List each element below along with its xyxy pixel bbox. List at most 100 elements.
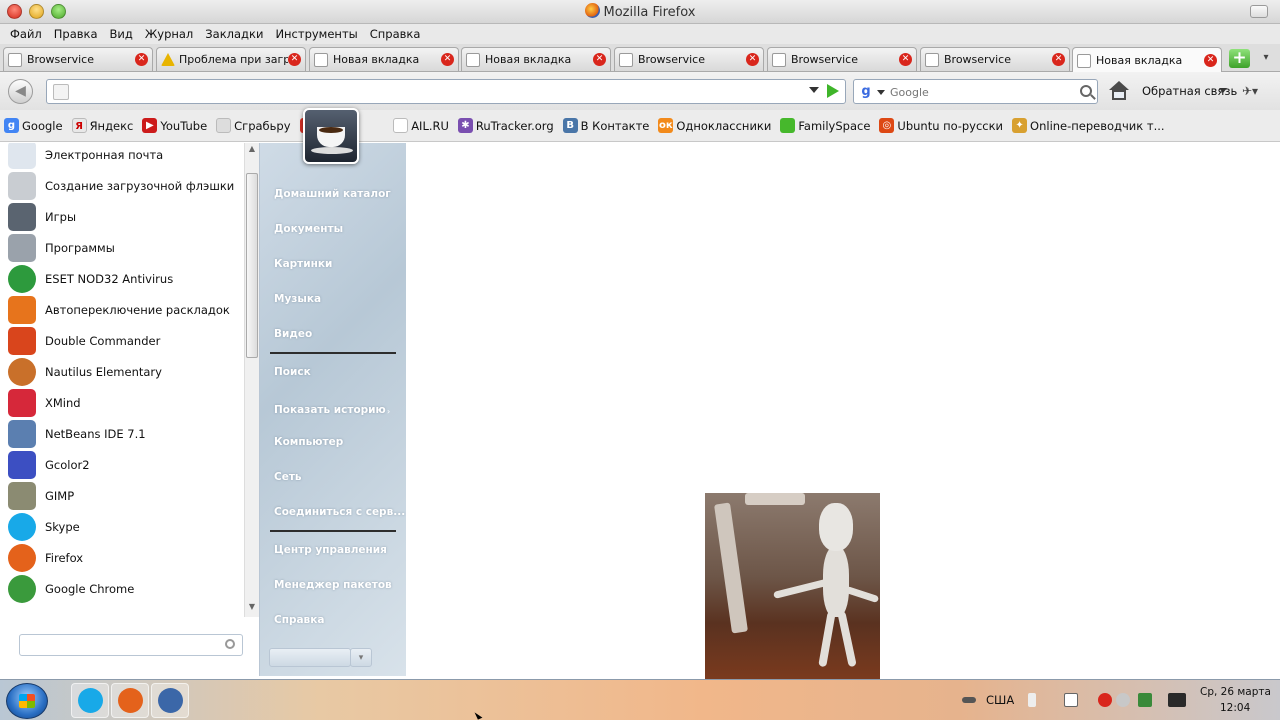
tab[interactable]: Browservice ✕	[3, 47, 153, 71]
record-icon[interactable]	[1098, 693, 1112, 707]
program-item[interactable]: Программы	[8, 232, 242, 263]
window-restore-button[interactable]	[1250, 5, 1268, 18]
place-search[interactable]: Поиск	[274, 366, 311, 378]
place-home[interactable]: Домашний каталог	[274, 188, 391, 200]
search-engine-dropdown-icon[interactable]	[877, 90, 885, 95]
chevron-down-icon[interactable]	[1219, 88, 1227, 93]
tab-active[interactable]: Новая вкладка ✕	[1072, 47, 1222, 73]
url-bar[interactable]	[46, 79, 846, 104]
menu-history[interactable]: Журнал	[139, 27, 199, 41]
menu-view[interactable]: Вид	[104, 27, 139, 41]
program-item[interactable]: Firefox	[8, 542, 242, 573]
menu-edit[interactable]: Правка	[48, 27, 104, 41]
shutdown-options-chevron-icon[interactable]: ▾	[350, 648, 372, 667]
place-video[interactable]: Видео	[274, 328, 312, 340]
place-network[interactable]: Сеть	[274, 471, 302, 483]
program-item[interactable]: Игры	[8, 201, 242, 232]
new-tab-button[interactable]: +	[1229, 49, 1250, 68]
google-icon[interactable]: g	[858, 84, 874, 100]
tab[interactable]: Browservice ✕	[920, 47, 1070, 71]
tab-close-icon[interactable]: ✕	[1204, 54, 1217, 67]
place-package-manager[interactable]: Менеджер пакетов	[274, 579, 392, 591]
tab[interactable]: Новая вкладка ✕	[461, 47, 611, 71]
tab-close-icon[interactable]: ✕	[593, 53, 606, 66]
taskbar-app-firefox[interactable]	[111, 683, 149, 718]
program-item[interactable]: Электронная почта	[8, 143, 242, 170]
url-history-dropdown-icon[interactable]	[809, 87, 819, 93]
place-computer[interactable]: Компьютер	[274, 436, 343, 448]
flag-icon[interactable]	[1064, 693, 1078, 707]
bookmark-youtube[interactable]: ▶ YouTube	[142, 118, 207, 133]
program-item[interactable]: GIMP	[8, 480, 242, 511]
program-item[interactable]: Создание загрузочной флэшки	[8, 170, 242, 201]
place-control-center[interactable]: Центр управления	[274, 544, 387, 556]
tab-close-icon[interactable]: ✕	[746, 53, 759, 66]
tab-close-icon[interactable]: ✕	[135, 53, 148, 66]
back-button[interactable]: ◀	[8, 79, 33, 104]
search-programs-input[interactable]	[19, 634, 243, 656]
place-pictures[interactable]: Картинки	[274, 258, 332, 270]
close-circle-icon[interactable]	[1116, 693, 1130, 707]
bookmark-mailru[interactable]: AIL.RU	[393, 118, 449, 133]
menu-file[interactable]: Файл	[4, 27, 48, 41]
program-item[interactable]: Автопереключение раскладок	[8, 294, 242, 325]
shutdown-button[interactable]	[269, 648, 351, 667]
program-item[interactable]: XMind	[8, 387, 242, 418]
bookmark-sgrab[interactable]: Сграбьру	[216, 118, 291, 133]
bookmark-vkontakte[interactable]: BВ Контакте	[562, 118, 649, 133]
bookmark-ubuntu[interactable]: ◎ Ubuntu по-русски	[879, 118, 1003, 133]
tab-close-icon[interactable]: ✕	[899, 53, 912, 66]
program-item[interactable]: Gcolor2	[8, 449, 242, 480]
bookmark-rutracker[interactable]: ✱ RuTracker.org	[457, 118, 554, 133]
search-icon[interactable]	[1080, 85, 1092, 97]
place-documents[interactable]: Документы	[274, 223, 343, 235]
program-item[interactable]: ESET NOD32 Antivirus	[8, 263, 242, 294]
bookmark-odnoklassniki[interactable]: ок Одноклассники	[658, 118, 771, 133]
addon-icon[interactable]: ✈▾	[1242, 84, 1264, 98]
scroll-up-icon[interactable]: ▲	[247, 145, 257, 153]
bookmark-google[interactable]: g Google	[4, 118, 63, 133]
volume-icon[interactable]	[1028, 693, 1036, 707]
place-music[interactable]: Музыка	[274, 293, 321, 305]
place-show-history[interactable]: Показать историю	[274, 404, 386, 416]
scroll-thumb[interactable]	[246, 173, 258, 358]
clock-time[interactable]: 12:04	[1220, 702, 1250, 714]
tab-close-icon[interactable]: ✕	[441, 53, 454, 66]
menu-help[interactable]: Справка	[364, 27, 427, 41]
tab-close-icon[interactable]: ✕	[288, 53, 301, 66]
programs-scrollbar[interactable]: ▲ ▼	[244, 143, 259, 617]
monitor-icon[interactable]	[1168, 693, 1186, 707]
start-button[interactable]	[6, 683, 48, 719]
taskbar-app-skype[interactable]	[71, 683, 109, 718]
tab-list-chevron-icon[interactable]: ▾	[1258, 49, 1274, 67]
search-input[interactable]	[890, 83, 1075, 101]
program-item[interactable]: Skype	[8, 511, 242, 542]
bookmark-familyspace[interactable]: FamilySpace	[780, 118, 870, 133]
clock-date[interactable]: Ср, 26 марта	[1200, 686, 1271, 698]
menu-bookmarks[interactable]: Закладки	[199, 27, 269, 41]
bookmark-yandex[interactable]: Я Яндекс	[71, 118, 133, 133]
tab[interactable]: Новая вкладка ✕	[309, 47, 459, 71]
keyboard-icon[interactable]	[962, 697, 976, 703]
program-item[interactable]: Double Commander	[8, 325, 242, 356]
network-status-icon[interactable]	[1138, 693, 1152, 707]
tab[interactable]: Проблема при загр... ✕	[156, 47, 306, 71]
language-indicator[interactable]: США	[986, 693, 1014, 707]
program-item[interactable]: NetBeans IDE 7.1	[8, 418, 242, 449]
program-item[interactable]: Google Chrome	[8, 573, 242, 604]
program-item[interactable]: Nautilus Elementary	[8, 356, 242, 387]
home-icon[interactable]	[1108, 80, 1130, 102]
place-help[interactable]: Справка	[274, 614, 324, 626]
go-arrow-icon[interactable]	[827, 84, 839, 98]
menu-tools[interactable]: Инструменты	[269, 27, 363, 41]
tab-close-icon[interactable]: ✕	[1052, 53, 1065, 66]
taskbar-app-virtualbox[interactable]	[151, 683, 189, 718]
tab[interactable]: Browservice ✕	[614, 47, 764, 71]
user-avatar[interactable]	[303, 108, 359, 164]
bookmark-translator[interactable]: ✦ Online-переводчик т...	[1012, 118, 1165, 133]
tab[interactable]: Browservice ✕	[767, 47, 917, 71]
place-connect-server[interactable]: Соединиться с серв...	[274, 506, 405, 518]
search-bar[interactable]: g	[853, 79, 1098, 104]
scroll-down-icon[interactable]: ▼	[247, 603, 257, 611]
url-input[interactable]	[75, 82, 795, 101]
